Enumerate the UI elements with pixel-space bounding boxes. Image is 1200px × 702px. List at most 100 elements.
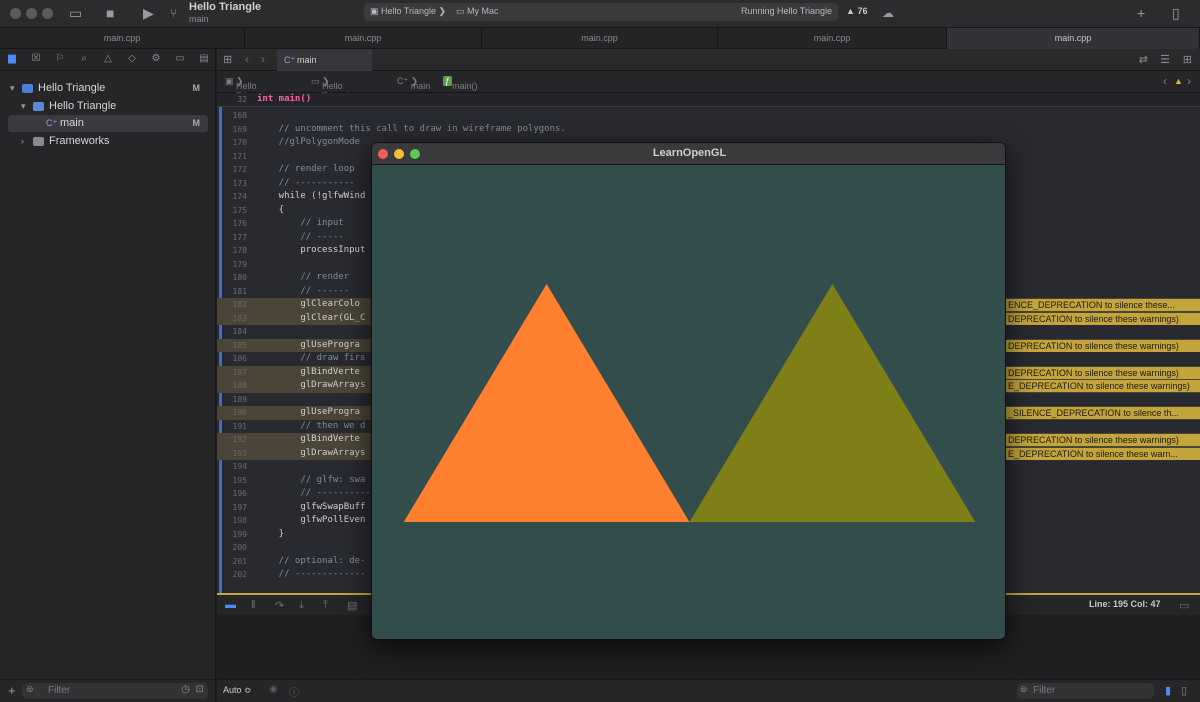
step-into-icon[interactable]: ⤓ <box>299 599 304 612</box>
line-number[interactable]: 184 <box>225 325 247 339</box>
add-icon[interactable]: + <box>8 682 16 700</box>
navigator-filter-field[interactable]: ⊜ Filter ◷ ⊡ <box>22 683 208 699</box>
line-number[interactable]: 197 <box>225 501 247 515</box>
line-number[interactable]: 185 <box>225 339 247 353</box>
hide-debug-icon[interactable]: ▭ <box>1179 599 1189 612</box>
add-editor-icon[interactable]: ⊞ <box>1183 53 1192 66</box>
tree-item-group[interactable]: ▾ Hello Triangle <box>8 98 208 115</box>
inline-warning[interactable]: DEPRECATION to silence these warnings) <box>1005 312 1200 325</box>
tree-item-frameworks[interactable]: › Frameworks <box>8 133 208 150</box>
line-number[interactable]: 187 <box>225 366 247 380</box>
inline-warning[interactable]: DEPRECATION to silence these warnings) <box>1005 366 1200 379</box>
line-number[interactable]: 180 <box>225 271 247 285</box>
breadcrumb-file[interactable]: C⁺ main ❯ <box>397 76 430 91</box>
inline-warning[interactable]: DEPRECATION to silence these warnings) <box>1005 434 1200 446</box>
line-number[interactable]: 169 <box>225 123 247 137</box>
line-number[interactable]: 190 <box>225 406 247 420</box>
view-hierarchy-icon[interactable]: ▤ <box>347 599 357 612</box>
line-number[interactable]: 193 <box>225 447 247 461</box>
line-number[interactable]: 192 <box>225 433 247 447</box>
pause-icon[interactable]: ‖ <box>251 599 256 611</box>
line-number[interactable]: 170 <box>225 136 247 150</box>
line-number[interactable]: 177 <box>225 231 247 245</box>
line-number[interactable]: 175 <box>225 204 247 218</box>
grid-icon[interactable]: ⊞ <box>223 53 232 66</box>
related-items-icon[interactable]: ⇄ <box>1139 53 1148 66</box>
variables-scope-selector[interactable]: Auto ≎ <box>223 685 252 696</box>
editor-tab-main[interactable]: C⁺ main <box>277 49 372 71</box>
recent-files-icon[interactable]: ◷ <box>181 684 190 695</box>
test-icon[interactable]: ◇ <box>126 53 138 65</box>
source-control-filter-icon[interactable]: ⊡ <box>196 684 204 695</box>
sidebar-toggle-icon[interactable]: ▭ <box>69 4 82 22</box>
breadcrumb-function[interactable]: ƒ main() <box>443 76 478 91</box>
info-icon[interactable]: ⓘ <box>289 684 299 699</box>
breadcrumb-project[interactable]: ▣ Hello Triangle ❯ <box>225 76 268 101</box>
report-icon[interactable]: ▤ <box>198 53 210 65</box>
editor-options-icon[interactable]: ☰ <box>1160 53 1170 66</box>
line-number[interactable]: 168 <box>225 109 247 123</box>
inline-warning[interactable]: _SILENCE_DEPRECATION to silence th... <box>1005 407 1200 419</box>
destination-selector[interactable]: ▭ My Mac <box>456 6 499 17</box>
step-out-icon[interactable]: ⤒ <box>323 599 328 612</box>
line-number[interactable]: 186 <box>225 352 247 366</box>
line-number[interactable]: 202 <box>225 568 247 582</box>
line-number[interactable]: 172 <box>225 163 247 177</box>
filter-options-icon[interactable]: ⊜ <box>1020 684 1028 695</box>
issue-nav-back-icon[interactable]: ‹ <box>1163 74 1167 88</box>
chevron-right-icon[interactable]: › <box>21 133 24 150</box>
line-number[interactable]: 179 <box>225 258 247 272</box>
step-over-icon[interactable]: ↷ <box>275 599 284 612</box>
issue-icon[interactable]: △ <box>102 53 114 65</box>
line-number[interactable]: 173 <box>225 177 247 191</box>
split-right-icon[interactable]: ▯ <box>1181 684 1187 697</box>
stop-icon[interactable]: ■ <box>106 4 114 22</box>
line-number[interactable]: 191 <box>225 420 247 434</box>
chevron-down-icon[interactable]: ▾ <box>10 80 15 97</box>
back-icon[interactable]: ‹ <box>245 52 249 66</box>
add-icon[interactable]: + <box>1137 4 1145 22</box>
bookmark-icon[interactable]: ⚐ <box>54 53 66 65</box>
line-number[interactable]: 189 <box>225 393 247 407</box>
line-number[interactable]: 178 <box>225 244 247 258</box>
run-icon[interactable]: ▶ <box>143 4 154 22</box>
line-number[interactable]: 181 <box>225 285 247 299</box>
file-tab[interactable]: main.cpp <box>718 28 947 49</box>
scheme-selector[interactable]: ▣ Hello Triangle ❯ <box>370 6 446 17</box>
inline-warning[interactable]: DEPRECATION to silence these warnings) <box>1005 339 1200 352</box>
code-line[interactable]: 168 <box>217 109 1200 123</box>
split-left-icon[interactable]: ▮ <box>1165 684 1171 697</box>
cloud-icon[interactable]: ☁ <box>882 4 894 22</box>
minimize-window-button[interactable] <box>26 8 37 19</box>
line-number[interactable]: 199 <box>225 528 247 542</box>
line-number[interactable]: 174 <box>225 190 247 204</box>
tree-item-project[interactable]: ▾ Hello Triangle M <box>8 80 208 97</box>
line-number[interactable]: 176 <box>225 217 247 231</box>
forward-icon[interactable]: › <box>261 52 265 66</box>
opengl-titlebar[interactable]: LearnOpenGL <box>372 143 1005 165</box>
file-tab-active[interactable]: main.cpp <box>947 28 1200 49</box>
line-number[interactable]: 200 <box>225 541 247 555</box>
line-number[interactable]: 201 <box>225 555 247 569</box>
debug-icon[interactable]: ⚙ <box>150 53 162 65</box>
issue-nav-forward-icon[interactable]: › <box>1187 74 1191 88</box>
breadcrumb-group[interactable]: ▭ Hello Triangle ❯ <box>311 76 354 101</box>
file-tab[interactable]: main.cpp <box>0 28 245 49</box>
file-tab[interactable]: main.cpp <box>482 28 718 49</box>
chevron-down-icon[interactable]: ▾ <box>21 98 26 115</box>
inspector-toggle-icon[interactable]: ▯ <box>1172 4 1180 22</box>
close-window-button[interactable] <box>10 8 21 19</box>
line-number[interactable]: 183 <box>225 312 247 326</box>
line-number[interactable]: 182 <box>225 298 247 312</box>
breakpoint-icon[interactable]: ▭ <box>174 53 186 65</box>
zoom-window-button[interactable] <box>42 8 53 19</box>
line-number[interactable]: 188 <box>225 379 247 393</box>
filter-options-icon[interactable]: ⊜ <box>26 684 34 695</box>
source-control-icon[interactable]: ☒ <box>30 53 42 65</box>
line-number[interactable]: 195 <box>225 474 247 488</box>
file-tab[interactable]: main.cpp <box>245 28 482 49</box>
inline-warning[interactable]: E_DEPRECATION to silence these warnings) <box>1005 380 1200 392</box>
warning-count-badge[interactable]: ▲ 76 <box>846 6 867 16</box>
warning-triangle-icon[interactable]: ▲ <box>1174 76 1183 86</box>
code-line[interactable]: 169 // uncomment this call to draw in wi… <box>217 123 1200 137</box>
